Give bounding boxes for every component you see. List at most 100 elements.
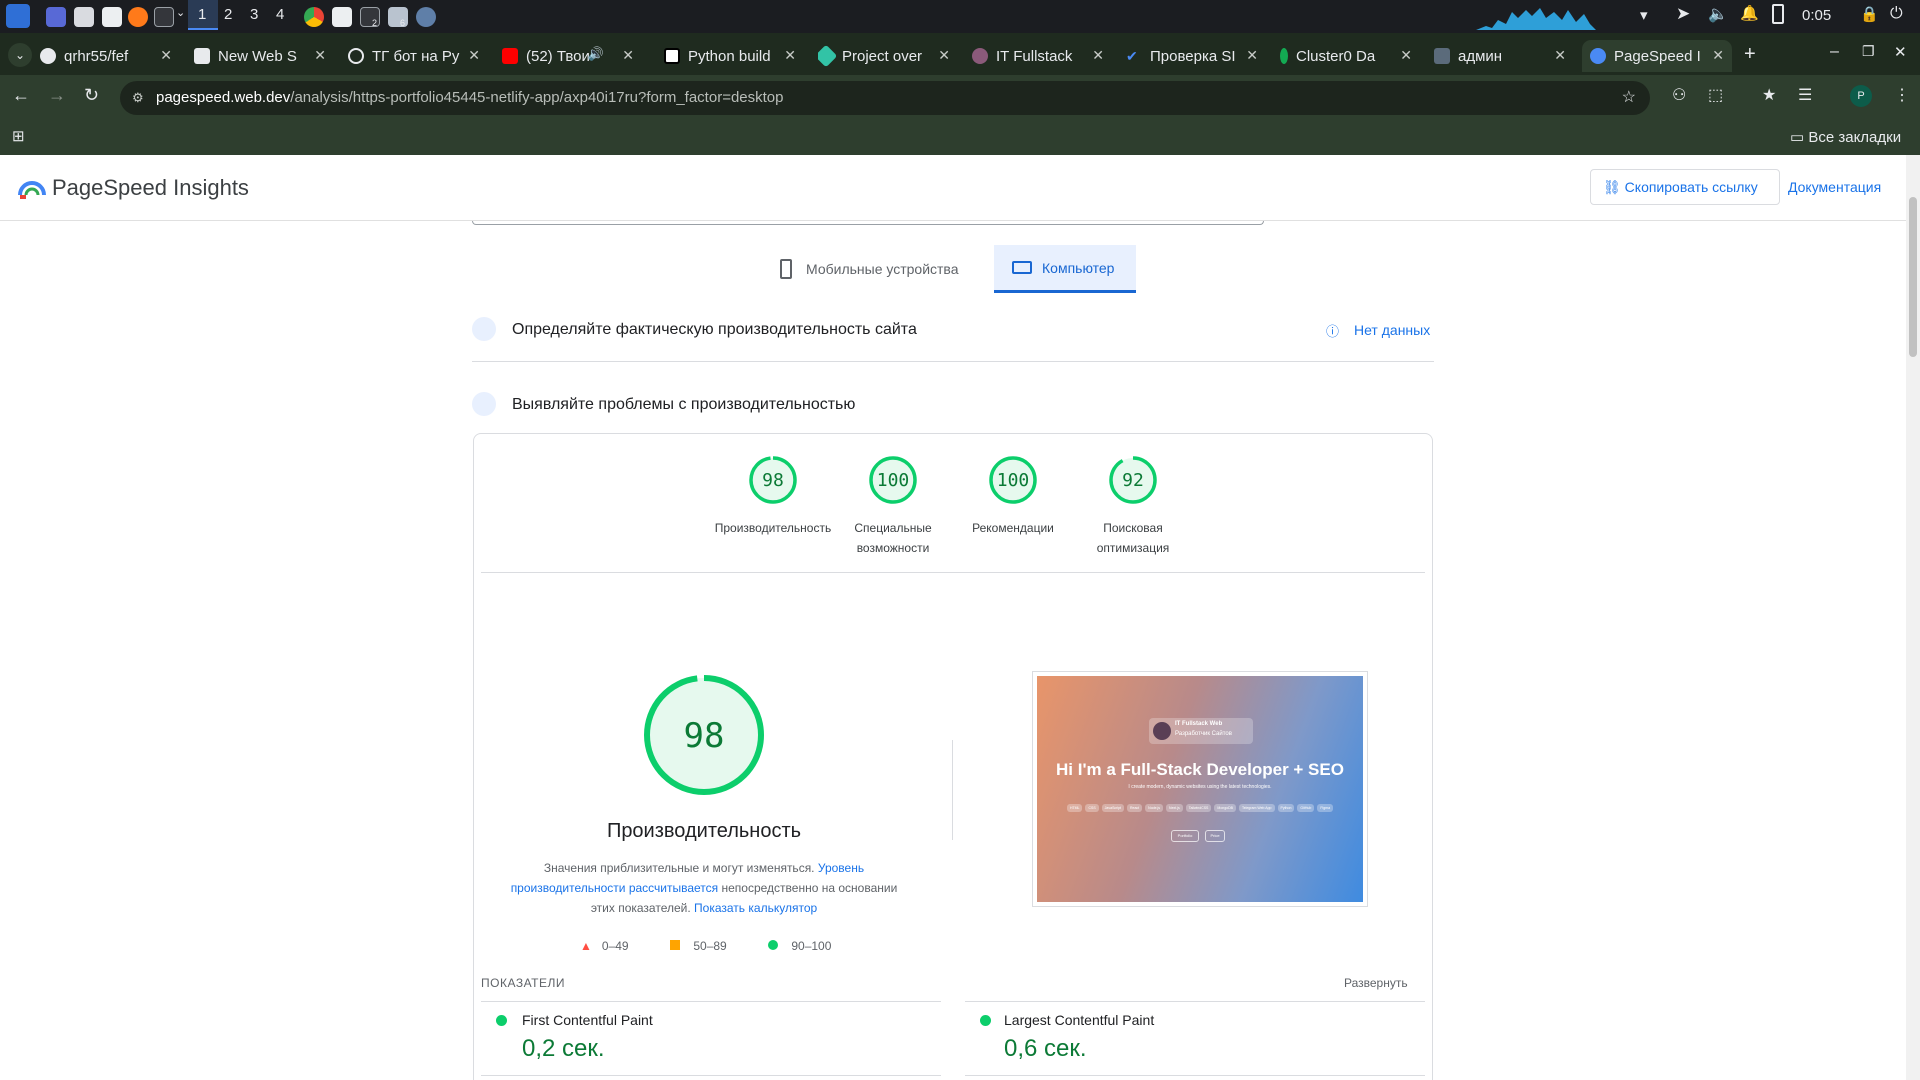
category-gauge-1[interactable]: 100 bbox=[867, 454, 917, 504]
minimize-button[interactable]: – bbox=[1830, 43, 1839, 61]
preview-chip: MongoDB bbox=[1214, 804, 1236, 812]
workspace-2[interactable]: 2 bbox=[224, 6, 232, 23]
lock-icon[interactable]: 🔒 bbox=[1860, 5, 1879, 23]
category-label-best-practices[interactable]: Рекомендации bbox=[948, 518, 1078, 538]
tab-1[interactable]: qrhr55/fef ✕ bbox=[40, 40, 180, 72]
menu-kebab-icon[interactable]: ⋮ bbox=[1894, 85, 1910, 105]
tab-3[interactable]: ТГ бот на Py ✕ bbox=[348, 40, 488, 72]
preview-chip: Next.js bbox=[1166, 804, 1183, 812]
battery-icon[interactable] bbox=[1772, 4, 1784, 24]
app-launcher-icon[interactable] bbox=[6, 4, 30, 28]
copy-link-button[interactable]: ⛓ Скопировать ссылку bbox=[1590, 169, 1780, 205]
bookmarks-star-icon[interactable]: ★ bbox=[1762, 85, 1776, 105]
address-bar[interactable]: ⚙ pagespeed.web.dev/analysis/https-portf… bbox=[120, 81, 1650, 115]
chevron-down-icon[interactable]: ⌄ bbox=[176, 6, 185, 19]
category-label-performance[interactable]: Производительность bbox=[708, 518, 838, 538]
category-gauge-0[interactable]: 98 bbox=[747, 454, 797, 504]
close-icon[interactable]: ✕ bbox=[1092, 47, 1104, 64]
gauge-score: 100 bbox=[997, 470, 1030, 491]
profile-avatar[interactable]: P bbox=[1850, 85, 1872, 107]
restore-button[interactable]: ❐ bbox=[1862, 43, 1875, 60]
audio-playing-icon[interactable]: 🔊 bbox=[588, 46, 604, 62]
bookmark-star-icon[interactable]: ☆ bbox=[1622, 81, 1636, 115]
workspace-1[interactable]: 1 bbox=[198, 6, 206, 23]
close-window-button[interactable]: ✕ bbox=[1894, 43, 1907, 61]
preview-sub: I create modern, dynamic websites using … bbox=[1128, 784, 1272, 790]
category-gauge-2[interactable]: 100 bbox=[987, 454, 1037, 504]
tab-6[interactable]: Project over ✕ bbox=[818, 40, 958, 72]
close-icon[interactable]: ✕ bbox=[622, 47, 634, 64]
tab-4[interactable]: (52) Твои 🔊 ✕ bbox=[502, 40, 642, 72]
volume-icon[interactable]: 🔈 bbox=[1708, 4, 1728, 24]
tab-8[interactable]: ✔ Проверка SI ✕ bbox=[1126, 40, 1266, 72]
telegram-tray-icon[interactable]: ➤ bbox=[1676, 4, 1690, 24]
close-icon[interactable]: ✕ bbox=[1554, 47, 1566, 64]
close-icon[interactable]: ✕ bbox=[784, 47, 796, 64]
category-label-accessibility[interactable]: Специальные возможности bbox=[828, 518, 958, 558]
close-icon[interactable]: ✕ bbox=[468, 47, 480, 64]
final-screenshot[interactable]: IT Fullstack Web Разработчик Сайтов Hi I… bbox=[1032, 671, 1368, 907]
close-icon[interactable]: ✕ bbox=[160, 47, 172, 64]
wifi-icon[interactable]: ▾ bbox=[1640, 6, 1648, 24]
telegram-icon[interactable] bbox=[416, 7, 436, 27]
divider bbox=[952, 740, 953, 840]
terminal-icon[interactable] bbox=[154, 7, 174, 27]
category-gauge-3[interactable]: 92 bbox=[1107, 454, 1157, 504]
firefox-icon[interactable] bbox=[128, 7, 148, 27]
tab-2[interactable]: New Web S ✕ bbox=[194, 40, 334, 72]
file-manager-icon[interactable] bbox=[74, 7, 94, 27]
tab-mobile[interactable]: Мобильные устройства bbox=[780, 245, 990, 293]
close-icon[interactable]: ✕ bbox=[938, 47, 950, 64]
expand-toggle[interactable]: Развернуть bbox=[1344, 976, 1408, 990]
extensions-puzzle-icon[interactable]: ⬚ bbox=[1708, 85, 1723, 105]
desktop-icon[interactable] bbox=[46, 7, 66, 27]
divider bbox=[481, 572, 1425, 573]
tab-desktop[interactable]: Компьютер bbox=[994, 245, 1136, 293]
label-line: оптимизация bbox=[1096, 541, 1170, 555]
tab-9[interactable]: Cluster0 Da ✕ bbox=[1280, 40, 1420, 72]
pagespeed-logo-icon bbox=[18, 181, 46, 199]
tab-7[interactable]: IT Fullstack ✕ bbox=[972, 40, 1112, 72]
preview-badge: IT Fullstack Web Разработчик Сайтов bbox=[1149, 718, 1253, 744]
apps-grid-icon[interactable]: ⊞ bbox=[12, 127, 25, 145]
close-icon[interactable]: ✕ bbox=[314, 47, 326, 64]
no-data-link[interactable]: Нет данных bbox=[1354, 322, 1430, 338]
close-icon[interactable]: ✕ bbox=[1712, 47, 1724, 64]
reading-list-icon[interactable]: ☰ bbox=[1798, 85, 1812, 105]
tab-search-icon[interactable]: ⌄ bbox=[8, 43, 32, 67]
category-label-seo[interactable]: Поисковая оптимизация bbox=[1068, 518, 1198, 558]
gauge-score: 100 bbox=[877, 470, 910, 491]
page-scrollbar[interactable] bbox=[1906, 155, 1920, 1080]
close-icon[interactable]: ✕ bbox=[1400, 47, 1412, 64]
metric-value-lcp: 0,6 сек. bbox=[1004, 1035, 1087, 1062]
new-tab-button[interactable]: + bbox=[1744, 43, 1756, 66]
scrollbar-thumb[interactable] bbox=[1909, 197, 1917, 357]
performance-big-gauge: 98 bbox=[644, 675, 764, 795]
tab-title: Project over bbox=[842, 47, 923, 65]
chrome-icon[interactable] bbox=[304, 7, 324, 27]
browser-tab-strip: ⌄ qrhr55/fef ✕ New Web S ✕ ТГ бот на Py ✕ (… bbox=[0, 33, 1920, 75]
workspace-3[interactable]: 3 bbox=[250, 6, 258, 23]
all-bookmarks-button[interactable]: ▭ Все закладки bbox=[1790, 128, 1901, 146]
workspace-4[interactable]: 4 bbox=[276, 6, 284, 23]
notifications-icon[interactable]: 🔔 bbox=[1740, 4, 1759, 22]
forward-button[interactable]: → bbox=[48, 85, 66, 106]
docs-link[interactable]: Документация bbox=[1788, 179, 1881, 195]
tab-11-active[interactable]: PageSpeed I ✕ bbox=[1582, 40, 1732, 72]
document-icon[interactable] bbox=[332, 7, 352, 27]
reload-button[interactable]: ↻ bbox=[84, 85, 99, 106]
info-icon[interactable]: ⓘ bbox=[1326, 321, 1339, 340]
tab-5[interactable]: Python build ✕ bbox=[664, 40, 804, 72]
preview-badge-name: IT Fullstack Web bbox=[1175, 721, 1223, 727]
brand-title[interactable]: PageSpeed Insights bbox=[52, 175, 249, 201]
calculator-link[interactable]: Показать калькулятор bbox=[694, 901, 817, 915]
site-info-icon[interactable]: ⚙ bbox=[132, 81, 144, 115]
back-button[interactable]: ← bbox=[12, 85, 30, 106]
clock[interactable]: 0:05 bbox=[1802, 7, 1831, 24]
metric-pass-icon bbox=[980, 1015, 991, 1026]
close-icon[interactable]: ✕ bbox=[1246, 47, 1258, 64]
power-icon[interactable]: ⏻ bbox=[1890, 5, 1903, 23]
text-editor-icon[interactable] bbox=[102, 7, 122, 27]
extension-icon[interactable]: ⚇ bbox=[1672, 85, 1686, 105]
tab-10[interactable]: админ ✕ bbox=[1434, 40, 1574, 72]
